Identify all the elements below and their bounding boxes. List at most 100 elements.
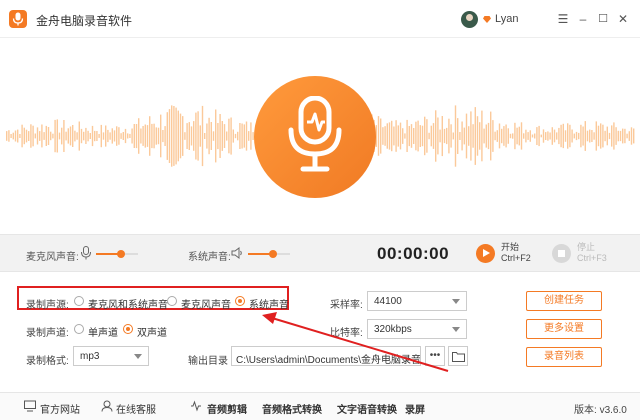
waveform-bar xyxy=(118,127,120,145)
waveform-bar xyxy=(127,133,129,139)
menu-icon[interactable]: ☰ xyxy=(556,12,570,26)
sample-rate-value: 44100 xyxy=(374,296,402,307)
waveform-bar xyxy=(476,116,479,156)
channel-radio-stereo[interactable] xyxy=(123,324,133,334)
start-button[interactable] xyxy=(476,244,495,263)
waveform-bar xyxy=(377,116,380,156)
system-volume-thumb[interactable] xyxy=(269,250,278,258)
waveform-bar xyxy=(397,125,399,147)
audio-edit-icon xyxy=(191,400,201,412)
waveform-bar xyxy=(30,124,32,148)
chevron-down-icon xyxy=(134,354,142,359)
waveform-bar xyxy=(494,131,496,141)
channel-option-stereo[interactable]: 双声道 xyxy=(137,324,167,339)
waveform-bar xyxy=(217,123,219,150)
channel-radio-mono[interactable] xyxy=(74,324,84,334)
waveform-bar xyxy=(395,120,397,152)
waveform-bar xyxy=(76,132,78,140)
waveform-bar xyxy=(512,133,514,139)
waveform-bar xyxy=(584,121,586,151)
user-name[interactable]: Lyan xyxy=(495,13,518,25)
waveform-bar xyxy=(14,130,17,142)
waveform-bar xyxy=(382,127,384,145)
waveform-bar xyxy=(426,119,428,153)
official-site-link[interactable]: 官方网站 xyxy=(40,401,80,416)
start-shortcut: Ctrl+F2 xyxy=(501,253,531,263)
waveform-bar xyxy=(237,131,239,141)
audio-edit-link[interactable]: 音频剪辑 xyxy=(207,401,247,416)
waveform-bar xyxy=(520,122,523,150)
text-to-speech-link[interactable]: 文字语音转换 xyxy=(337,401,397,416)
waveform-bar xyxy=(558,127,560,145)
waveform-bar xyxy=(23,127,25,145)
waveform-bar xyxy=(133,124,135,148)
waveform-bar xyxy=(628,131,630,141)
output-dir-input[interactable]: C:\Users\admin\Documents\金舟电脑录音软 xyxy=(231,346,421,366)
waveform-bar xyxy=(430,125,432,147)
waveform-bar xyxy=(573,133,575,139)
waveform-bar xyxy=(248,131,250,141)
minimize-button[interactable]: – xyxy=(576,12,590,26)
waveform-bar xyxy=(582,126,584,146)
bitrate-select[interactable]: 320kbps xyxy=(367,319,467,339)
format-select[interactable]: mp3 xyxy=(73,346,149,366)
format-value: mp3 xyxy=(80,351,100,362)
audio-convert-link[interactable]: 音频格式转换 xyxy=(262,401,322,416)
waveform-bar xyxy=(569,124,571,148)
monitor-icon xyxy=(24,400,36,412)
channel-option-mono[interactable]: 单声道 xyxy=(88,324,118,339)
waveform-bar xyxy=(21,124,23,148)
source-option-system[interactable]: 系统声音 xyxy=(249,296,289,311)
more-settings-button[interactable]: 更多设置 xyxy=(526,319,602,339)
create-task-button[interactable]: 创建任务 xyxy=(526,291,602,311)
source-option-mic[interactable]: 麦克风声音 xyxy=(181,296,231,311)
waveform-bar xyxy=(109,132,111,140)
waveform-bar xyxy=(113,130,116,142)
waveform-bar xyxy=(232,129,234,143)
open-folder-button[interactable] xyxy=(448,346,468,366)
waveform-bar xyxy=(208,117,210,155)
waveform-bar xyxy=(197,111,199,161)
waveform-bar xyxy=(424,116,426,156)
waveform-bar xyxy=(41,124,43,148)
waveform-bar xyxy=(485,124,487,148)
waveform-bar xyxy=(226,131,228,141)
user-avatar[interactable] xyxy=(461,11,478,28)
waveform-bar xyxy=(463,127,465,145)
close-button[interactable]: ✕ xyxy=(616,12,630,26)
source-radio-mic-and-system[interactable] xyxy=(74,296,84,306)
stop-button[interactable] xyxy=(552,244,571,263)
online-support-link[interactable]: 在线客服 xyxy=(116,401,156,416)
recording-list-button[interactable]: 录音列表 xyxy=(526,347,602,367)
start-label[interactable]: 开始 Ctrl+F2 xyxy=(501,242,531,264)
mic-volume-thumb[interactable] xyxy=(117,250,126,258)
waveform-bar xyxy=(105,125,107,147)
waveform-bar xyxy=(443,128,446,144)
waveform-bar xyxy=(135,124,138,149)
record-button[interactable] xyxy=(254,76,376,198)
waveform-bar xyxy=(468,126,470,146)
waveform-bar xyxy=(547,131,549,141)
mic-volume-slider[interactable] xyxy=(96,250,138,258)
stop-label[interactable]: 停止 Ctrl+F3 xyxy=(577,242,607,264)
system-volume-slider[interactable] xyxy=(248,250,290,258)
source-option-mic-and-system[interactable]: 麦克风和系统声音 xyxy=(88,296,168,311)
waveform-bar xyxy=(536,127,538,145)
waveform-bar xyxy=(518,126,520,146)
waveform-bar xyxy=(131,128,133,144)
waveform-bar xyxy=(98,134,100,138)
output-dir-label: 输出目录 xyxy=(188,356,228,367)
source-radio-mic[interactable] xyxy=(167,296,177,306)
waveform-bar xyxy=(72,125,74,147)
waveform-bar xyxy=(472,124,474,148)
maximize-button[interactable]: ☐ xyxy=(596,12,610,26)
source-radio-system[interactable] xyxy=(235,296,245,306)
waveform-bar xyxy=(10,134,12,138)
control-bar: 麦克风声音: 系统声音: 00:00:00 开始 Ctrl+F2 停止 Ctrl… xyxy=(0,234,640,272)
more-options-button[interactable]: ••• xyxy=(425,346,445,366)
sample-rate-select[interactable]: 44100 xyxy=(367,291,467,311)
waveform-bar xyxy=(527,132,529,140)
screen-record-link[interactable]: 录屏 xyxy=(405,401,425,416)
waveform-bar xyxy=(210,122,212,150)
waveform-bar xyxy=(630,127,633,145)
